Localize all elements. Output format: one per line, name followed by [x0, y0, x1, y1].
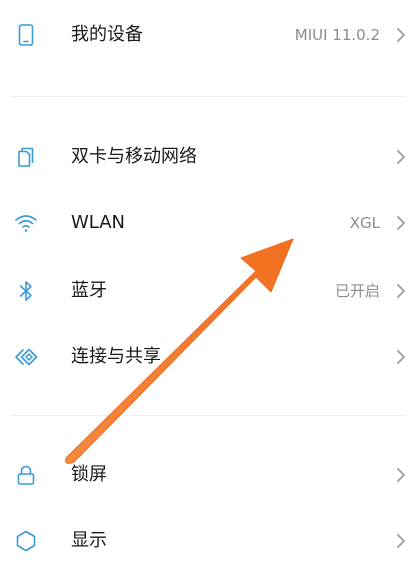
- chevron-right-icon: [394, 214, 408, 232]
- settings-item-value: MIUI 11.0.2: [294, 26, 380, 44]
- settings-item-my-device[interactable]: 我的设备 MIUI 11.0.2: [0, 2, 418, 68]
- settings-screen: 我的设备 MIUI 11.0.2 双卡与移动网络 WLAN XGL 蓝牙 已开启…: [0, 0, 418, 564]
- display-icon: [12, 527, 40, 555]
- phone-icon: [12, 21, 40, 49]
- bluetooth-icon: [12, 277, 40, 305]
- section-divider: [12, 96, 406, 97]
- settings-item-label: 锁屏: [71, 464, 107, 485]
- settings-item-label: 显示: [71, 530, 107, 551]
- settings-item-dual-sim[interactable]: 双卡与移动网络: [0, 124, 418, 190]
- settings-item-label: 我的设备: [71, 24, 143, 45]
- settings-item-lock-screen[interactable]: 锁屏: [0, 442, 418, 508]
- settings-item-label: 双卡与移动网络: [71, 146, 197, 167]
- chevron-right-icon: [394, 466, 408, 484]
- settings-item-value: XGL: [349, 214, 380, 232]
- wifi-icon: [12, 209, 40, 237]
- settings-item-bluetooth[interactable]: 蓝牙 已开启: [0, 258, 418, 324]
- settings-item-value: 已开启: [334, 282, 380, 300]
- connection-icon: [12, 343, 40, 371]
- chevron-right-icon: [394, 348, 408, 366]
- lock-icon: [12, 461, 40, 489]
- chevron-right-icon: [394, 282, 408, 300]
- settings-item-wlan[interactable]: WLAN XGL: [0, 190, 418, 256]
- chevron-right-icon: [394, 532, 408, 550]
- sim-card-icon: [12, 143, 40, 171]
- settings-item-label: 蓝牙: [71, 280, 107, 301]
- settings-item-label: WLAN: [71, 212, 126, 233]
- section-divider: [12, 415, 406, 416]
- settings-item-display[interactable]: 显示: [0, 508, 418, 564]
- settings-item-connection-sharing[interactable]: 连接与共享: [0, 324, 418, 390]
- chevron-right-icon: [394, 148, 408, 166]
- chevron-right-icon: [394, 26, 408, 44]
- settings-item-label: 连接与共享: [71, 346, 161, 367]
